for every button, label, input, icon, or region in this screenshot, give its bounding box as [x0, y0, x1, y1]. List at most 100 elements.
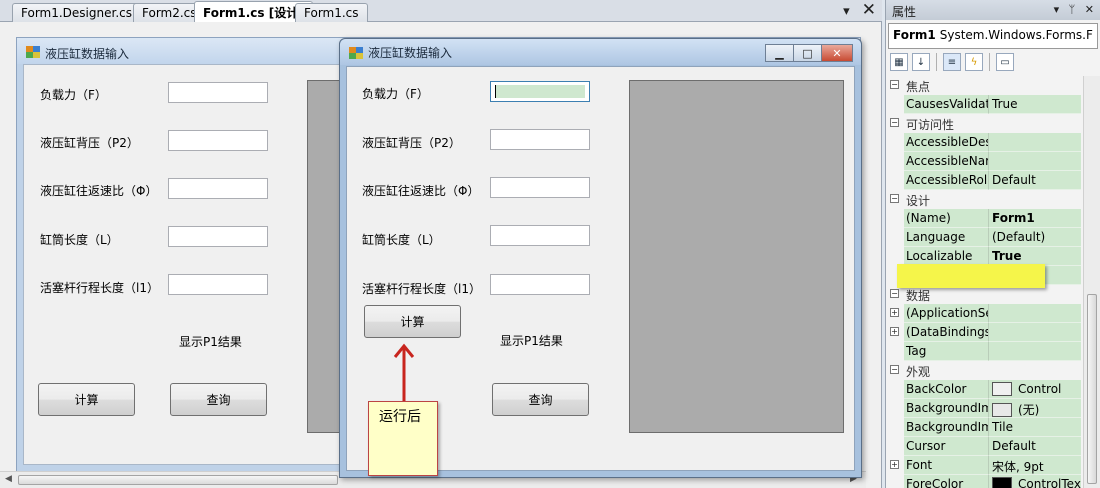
cylinder-length-input[interactable] — [490, 225, 590, 246]
label-speed-ratio: 液压缸往返速比（Φ） — [362, 184, 480, 198]
dropdown-icon[interactable]: ▾ — [1054, 3, 1060, 16]
property-value[interactable]: Tile — [989, 418, 1081, 437]
collapse-icon[interactable]: − — [890, 118, 899, 127]
close-icon[interactable]: ✕ — [1085, 3, 1094, 16]
property-row[interactable]: AccessibleDes — [886, 133, 1081, 152]
property-row[interactable]: + Font 宋体, 9pt — [886, 456, 1081, 475]
property-value[interactable]: True — [989, 95, 1081, 114]
property-row[interactable]: AccessibleNar — [886, 152, 1081, 171]
property-value[interactable]: (无) — [989, 399, 1081, 418]
events-icon[interactable]: ϟ — [965, 53, 983, 71]
query-button[interactable]: 查询 — [492, 383, 589, 416]
close-icon[interactable]: ✕ — [862, 2, 876, 19]
properties-vertical-scrollbar[interactable] — [1083, 76, 1100, 488]
calc-button[interactable]: 计算 — [364, 305, 461, 338]
scroll-thumb[interactable] — [1087, 294, 1097, 484]
property-row[interactable]: Language (Default) — [886, 228, 1081, 247]
property-value-text: Default — [992, 173, 1036, 187]
label-back-pressure: 液压缸背压（P2） — [362, 136, 461, 150]
tab-form1-cs[interactable]: Form1.cs — [295, 3, 368, 22]
category-name: 焦点 — [906, 80, 931, 94]
property-category[interactable]: − 可访问性 — [886, 114, 1081, 133]
color-swatch — [992, 403, 1012, 417]
property-pages-icon[interactable]: ▭ — [996, 53, 1014, 71]
speed-ratio-input[interactable] — [168, 178, 268, 199]
property-value[interactable] — [989, 342, 1081, 361]
object-selector[interactable]: Form1 System.Windows.Forms.F — [888, 23, 1098, 49]
property-value-text: Default — [992, 439, 1036, 453]
properties-icon[interactable]: ≡ — [943, 53, 961, 71]
property-row[interactable]: + (DataBindings) — [886, 323, 1081, 342]
property-value-text: True — [992, 249, 1022, 263]
property-category[interactable]: − 外观 — [886, 361, 1081, 380]
query-button[interactable]: 查询 — [170, 383, 267, 416]
categorized-icon[interactable]: ▦ — [890, 53, 908, 71]
property-row[interactable]: + (ApplicationSe — [886, 304, 1081, 323]
collapse-icon[interactable]: − — [890, 194, 899, 203]
property-value[interactable]: 宋体, 9pt — [989, 456, 1081, 475]
scroll-thumb[interactable] — [18, 475, 338, 485]
collapse-icon[interactable]: − — [890, 289, 899, 298]
property-value[interactable] — [989, 133, 1081, 152]
collapse-icon[interactable]: − — [890, 365, 899, 374]
label-p1-result[interactable]: 显示P1结果 — [179, 333, 242, 350]
property-value-text: Tile — [992, 420, 1014, 434]
label-load-force[interactable]: 负载力（F） — [40, 86, 107, 103]
expand-icon[interactable]: + — [890, 327, 899, 336]
property-name: AccessibleRol — [904, 171, 989, 190]
tab-form1-designer-cs[interactable]: Form1.Designer.cs — [12, 3, 141, 22]
stroke-length-input[interactable] — [168, 274, 268, 295]
app-icon — [26, 46, 40, 58]
speed-ratio-input[interactable] — [490, 177, 590, 198]
property-value[interactable]: (Default) — [989, 228, 1081, 247]
label-speed-ratio[interactable]: 液压缸往返速比（Φ） — [40, 182, 157, 199]
property-value[interactable] — [989, 323, 1081, 342]
minimize-button[interactable]: ▁ — [765, 44, 794, 62]
property-row[interactable]: CausesValidat True — [886, 95, 1081, 114]
property-value[interactable]: Default — [989, 171, 1081, 190]
property-value[interactable]: Control — [989, 380, 1081, 399]
collapse-icon[interactable]: − — [890, 80, 899, 89]
back-pressure-input[interactable] — [490, 129, 590, 150]
design-form-title: 液压缸数据输入 — [45, 47, 130, 61]
property-value[interactable]: Default — [989, 437, 1081, 456]
maximize-button[interactable]: □ — [793, 44, 822, 62]
pin-icon[interactable]: ᛘ — [1069, 3, 1076, 16]
expand-icon[interactable]: + — [890, 460, 899, 469]
property-row[interactable]: BackgroundIm (无) — [886, 399, 1081, 418]
load-force-input[interactable] — [490, 81, 590, 102]
running-form-titlebar[interactable]: 液压缸数据输入 ▁ □ ✕ — [340, 39, 861, 65]
property-value[interactable] — [989, 152, 1081, 171]
scroll-left-icon[interactable]: ◀ — [5, 474, 12, 484]
cylinder-length-input[interactable] — [168, 226, 268, 247]
property-row[interactable]: (Name) Form1 — [886, 209, 1081, 228]
property-row[interactable]: Cursor Default — [886, 437, 1081, 456]
property-row[interactable]: ForeColor ControlTex — [886, 475, 1081, 488]
property-row[interactable]: BackColor Control — [886, 380, 1081, 399]
close-button[interactable]: ✕ — [821, 44, 853, 62]
app-icon — [349, 47, 363, 59]
property-category[interactable]: − 设计 — [886, 190, 1081, 209]
stroke-length-input[interactable] — [490, 274, 590, 295]
label-back-pressure[interactable]: 液压缸背压（P2） — [40, 134, 139, 151]
expand-icon[interactable]: + — [890, 308, 899, 317]
label-cylinder-length: 缸筒长度（L） — [362, 233, 441, 247]
label-cylinder-length[interactable]: 缸筒长度（L） — [40, 231, 119, 248]
load-force-input[interactable] — [168, 82, 268, 103]
property-category[interactable]: − 焦点 — [886, 76, 1081, 95]
property-row[interactable]: BackgroundIm Tile — [886, 418, 1081, 437]
back-pressure-input[interactable] — [168, 130, 268, 151]
label-stroke-length[interactable]: 活塞杆行程长度（l1） — [40, 279, 159, 296]
property-value[interactable]: Form1 — [989, 209, 1081, 228]
tab-tools: ▾ ✕ — [835, 2, 876, 20]
alphabetical-icon[interactable]: ↓ — [912, 53, 930, 71]
tab-dropdown-icon[interactable]: ▾ — [843, 4, 850, 19]
property-name: BackgroundIm — [904, 399, 989, 418]
document-tab-strip: Form1.Designer.cs Form2.cs Form1.cs [设计]… — [0, 0, 882, 23]
calc-button[interactable]: 计算 — [38, 383, 135, 416]
property-row[interactable]: Tag — [886, 342, 1081, 361]
property-value[interactable] — [989, 304, 1081, 323]
property-value[interactable]: ControlTex — [989, 475, 1081, 488]
category-name: 设计 — [906, 194, 931, 208]
property-row[interactable]: AccessibleRol Default — [886, 171, 1081, 190]
